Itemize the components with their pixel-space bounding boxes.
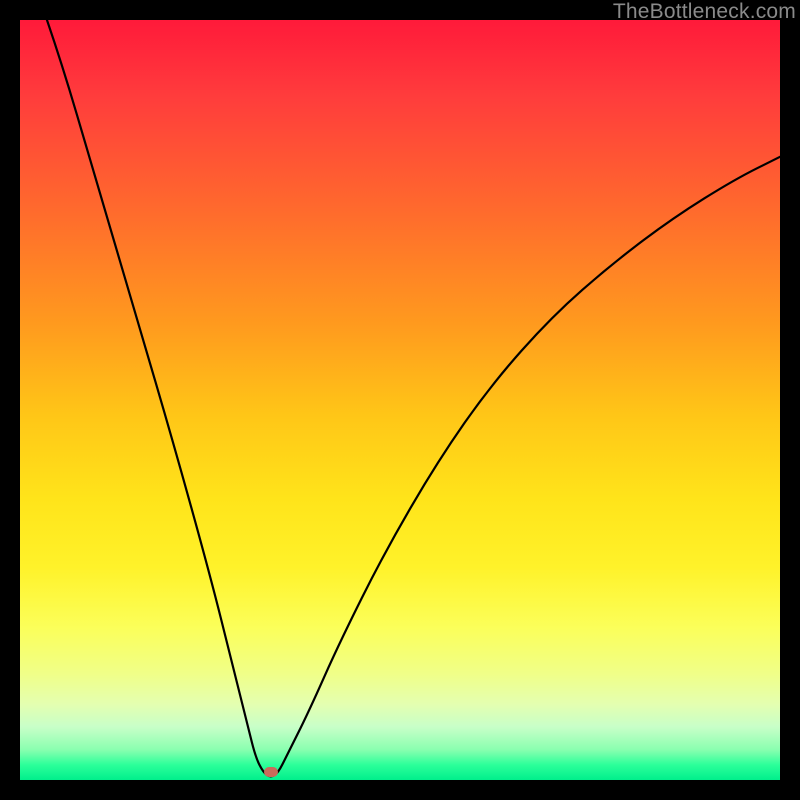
bottleneck-curve-path bbox=[20, 20, 780, 776]
chart-plot-area bbox=[20, 20, 780, 780]
watermark-text: TheBottleneck.com bbox=[613, 0, 796, 24]
optimal-point-marker bbox=[264, 767, 278, 777]
bottleneck-curve-svg bbox=[20, 20, 780, 780]
